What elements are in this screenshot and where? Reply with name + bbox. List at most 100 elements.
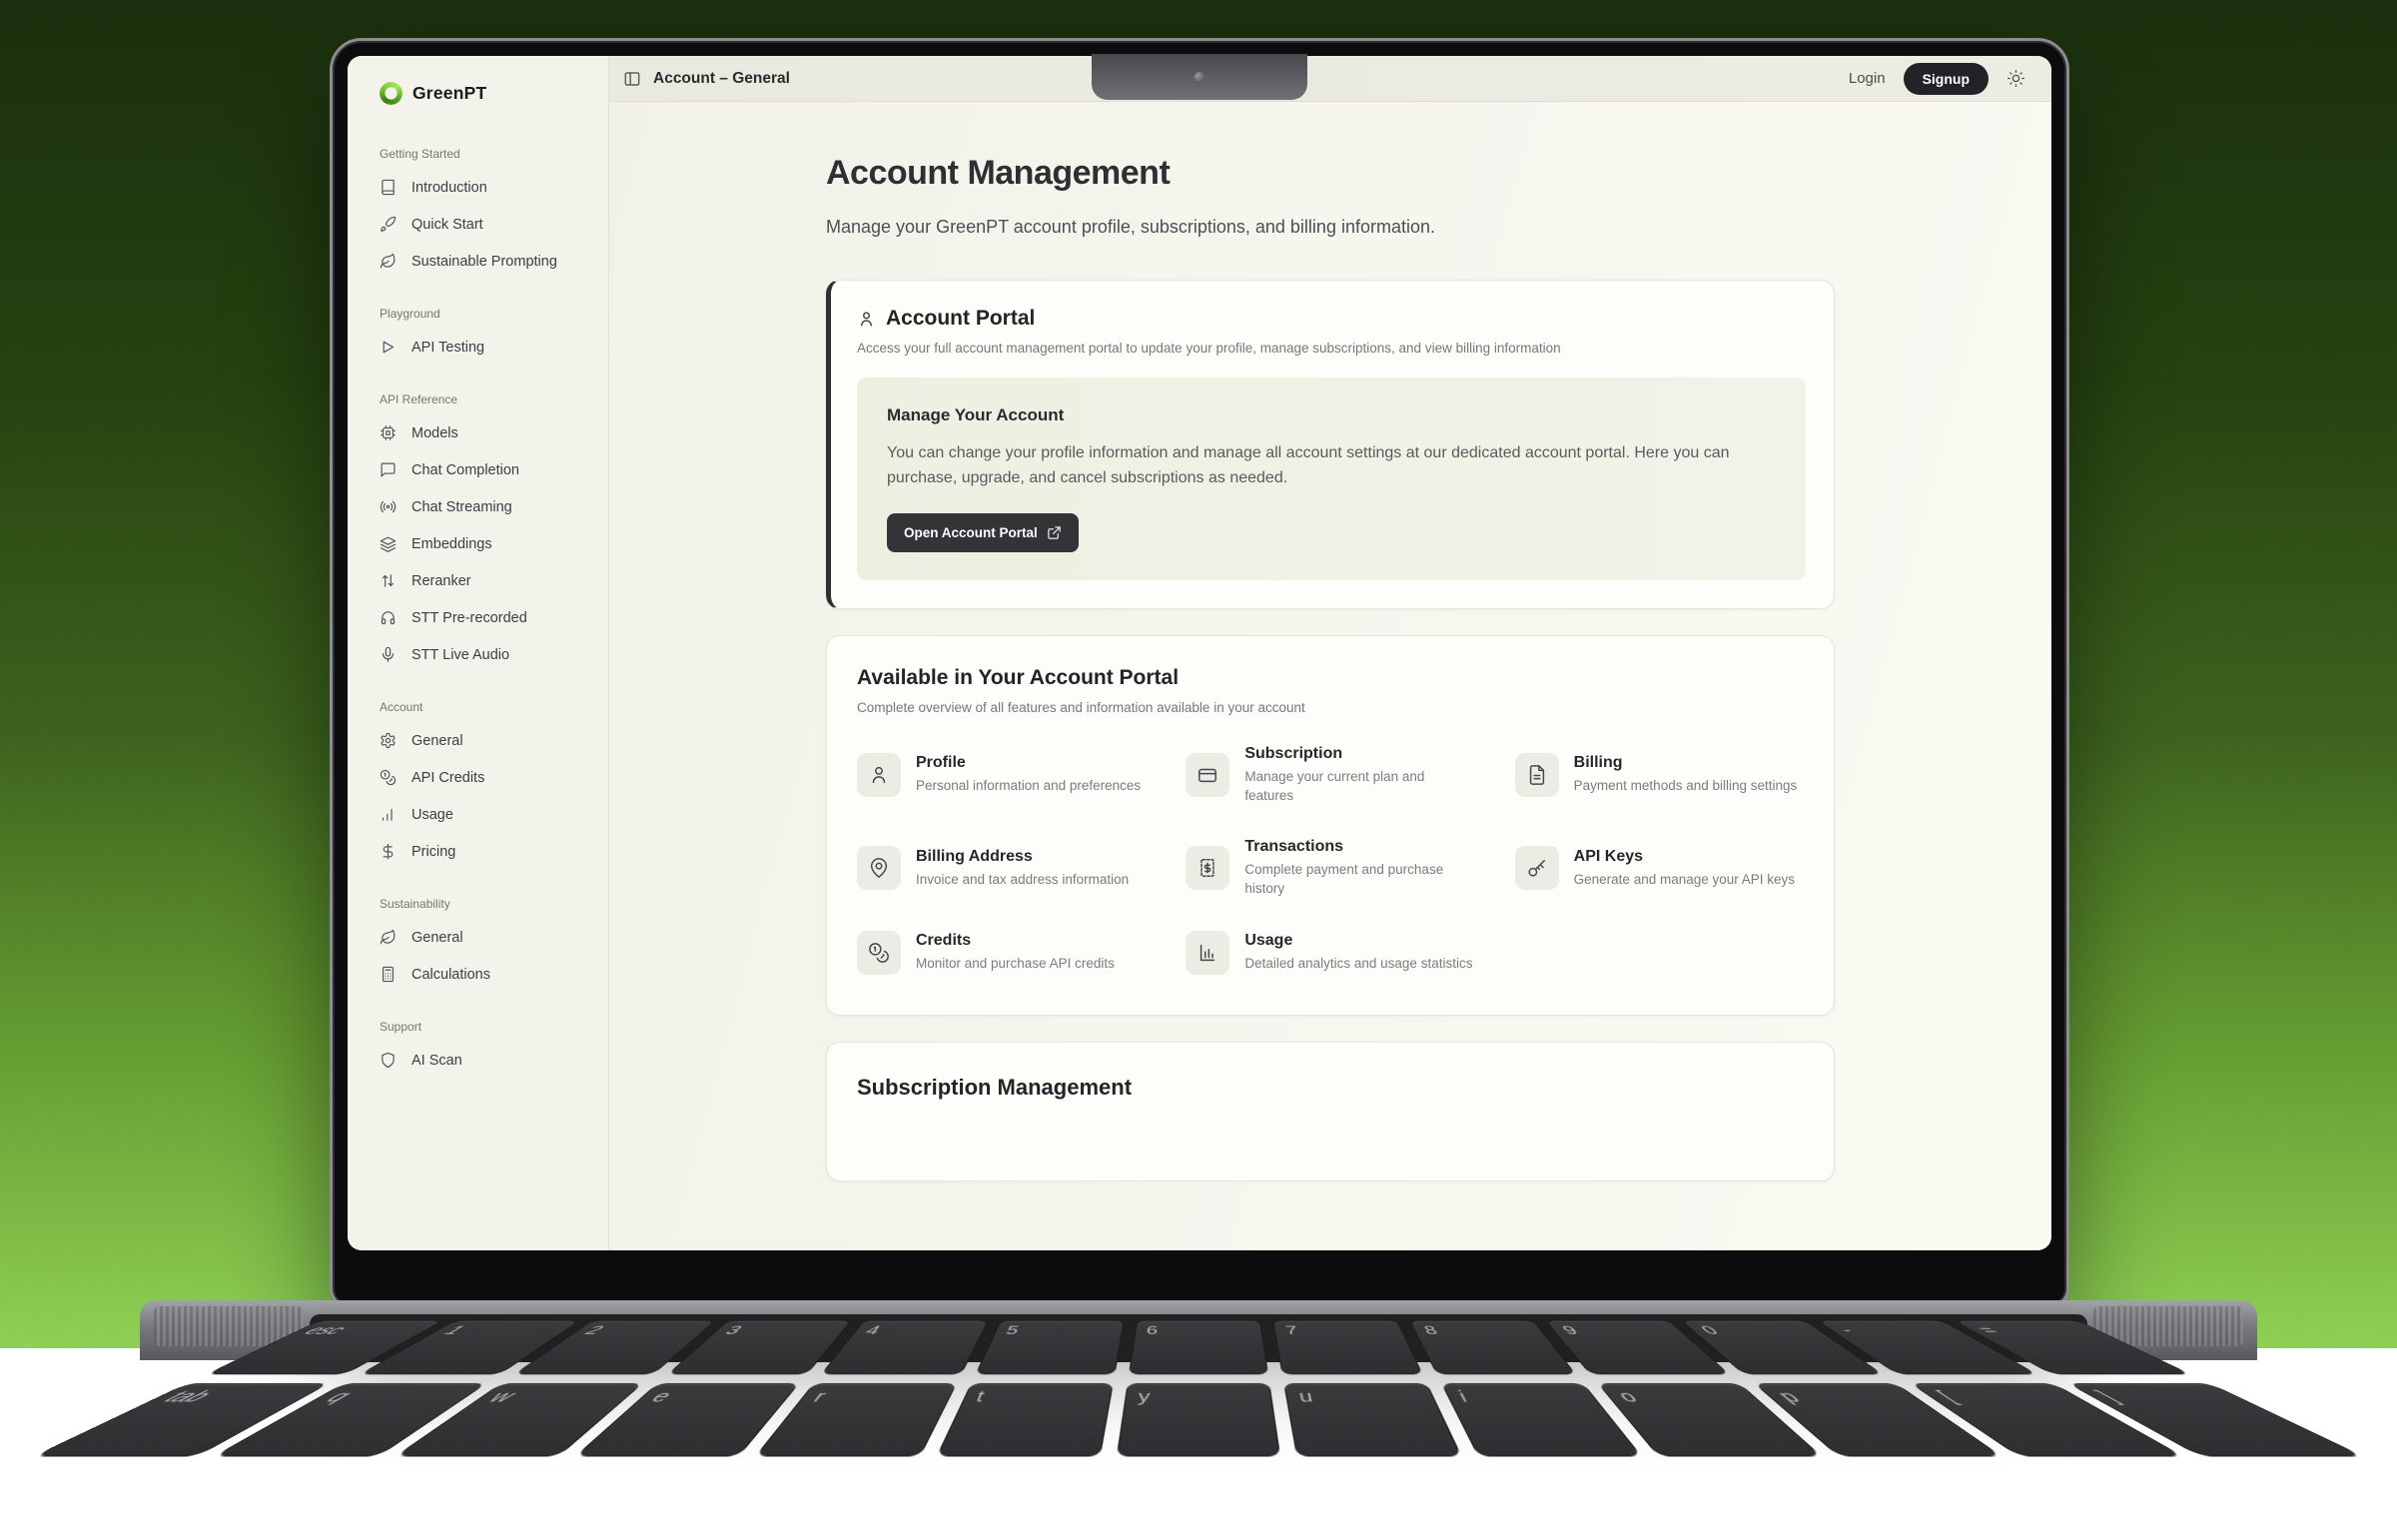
sidebar-item-introduction[interactable]: Introduction — [380, 169, 590, 206]
nav-section-label: Playground — [380, 307, 590, 321]
keyboard-key: 5 — [975, 1320, 1125, 1374]
main-area: Account – General Login Signup Account M… — [609, 56, 2051, 1250]
sun-theme-toggle-icon[interactable] — [2006, 69, 2025, 88]
webcam-icon — [1195, 72, 1205, 83]
credit-card-icon — [1186, 753, 1229, 797]
nav-section-sustainability: Sustainability General Calculations — [380, 897, 590, 993]
map-pin-icon — [857, 846, 901, 890]
nav-section-label: Sustainability — [380, 897, 590, 911]
shield-icon — [380, 1052, 397, 1069]
laptop-keyboard: esc1234567890-=tabqwertyuiop[] — [320, 1320, 2077, 1540]
subscription-management-card: Subscription Management — [826, 1042, 1835, 1181]
sidebar-toggle-icon[interactable] — [623, 70, 641, 88]
chat-bubble-icon — [380, 461, 397, 478]
sidebar-item-chat-completion[interactable]: Chat Completion — [380, 451, 590, 488]
keyboard-key: t — [936, 1383, 1114, 1456]
dollar-icon — [380, 843, 397, 860]
layers-icon — [380, 535, 397, 552]
keyboard-key: 7 — [1272, 1320, 1422, 1374]
leaf-icon — [380, 929, 397, 946]
sidebar-item-reranker[interactable]: Reranker — [380, 562, 590, 599]
receipt-icon — [1186, 846, 1229, 890]
feature-item-usage: Usage Detailed analytics and usage stati… — [1186, 931, 1474, 975]
calculator-icon — [380, 966, 397, 983]
nav-section-account: Account General API Credits Usage Pricin… — [380, 700, 590, 870]
topbar: Account – General Login Signup — [609, 56, 2051, 102]
feature-item-profile: Profile Personal information and prefere… — [857, 745, 1146, 806]
nav-section-label: Account — [380, 700, 590, 714]
portal-card-description: Access your full account management port… — [857, 341, 1806, 356]
microphone-icon — [380, 646, 397, 663]
laptop-screen: GreenPT Getting Started Introduction Qui… — [330, 38, 2069, 1308]
subscription-card-title: Subscription Management — [857, 1075, 1804, 1101]
file-text-icon — [1515, 753, 1559, 797]
keyboard-key: 6 — [1129, 1320, 1268, 1374]
sidebar-item-calculations[interactable]: Calculations — [380, 956, 590, 993]
nav-section-label: API Reference — [380, 392, 590, 406]
sidebar-item-embeddings[interactable]: Embeddings — [380, 525, 590, 562]
nav-section-support: Support AI Scan — [380, 1020, 590, 1079]
features-grid: Profile Personal information and prefere… — [857, 745, 1804, 975]
sidebar-item-usage[interactable]: Usage — [380, 796, 590, 833]
topbar-title: Account – General — [653, 70, 790, 88]
features-card-subtitle: Complete overview of all features and in… — [857, 700, 1804, 715]
feature-item-subscription: Subscription Manage your current plan an… — [1186, 745, 1474, 806]
manage-account-panel: Manage Your Account You can change your … — [857, 378, 1806, 580]
sidebar-item-pricing[interactable]: Pricing — [380, 833, 590, 870]
key-icon — [1515, 846, 1559, 890]
sidebar-item-api-testing[interactable]: API Testing — [380, 329, 590, 366]
feature-item-billing: Billing Payment methods and billing sett… — [1515, 745, 1804, 806]
nav-section-label: Getting Started — [380, 147, 590, 161]
sidebar-item-chat-streaming[interactable]: Chat Streaming — [380, 488, 590, 525]
nav-section-label: Support — [380, 1020, 590, 1034]
sidebar-item-sustainability-general[interactable]: General — [380, 919, 590, 956]
open-account-portal-button[interactable]: Open Account Portal — [887, 513, 1079, 552]
sidebar-item-quick-start[interactable]: Quick Start — [380, 206, 590, 243]
topbar-actions: Login Signup — [1849, 63, 2025, 95]
portal-card-title: Account Portal — [886, 307, 1035, 331]
page-subtitle: Manage your GreenPT account profile, sub… — [826, 217, 1835, 238]
user-icon — [857, 753, 901, 797]
leaf-icon — [380, 253, 397, 270]
brand[interactable]: GreenPT — [380, 82, 590, 105]
brand-name: GreenPT — [412, 83, 486, 104]
bar-chart-icon — [380, 806, 397, 823]
features-card: Available in Your Account Portal Complet… — [826, 635, 1835, 1016]
user-icon — [857, 310, 876, 329]
account-portal-card: Account Portal Access your full account … — [826, 280, 1835, 609]
feature-item-billing-address: Billing Address Invoice and tax address … — [857, 838, 1146, 899]
sidebar-item-stt-pre-recorded[interactable]: STT Pre-recorded — [380, 599, 590, 636]
nav-section-playground: Playground API Testing — [380, 307, 590, 366]
feature-item-transactions: Transactions Complete payment and purcha… — [1186, 838, 1474, 899]
page-content: Account Management Manage your GreenPT a… — [609, 102, 2051, 1250]
sidebar-item-stt-live-audio[interactable]: STT Live Audio — [380, 636, 590, 673]
sidebar-item-api-credits[interactable]: API Credits — [380, 759, 590, 796]
app-window: GreenPT Getting Started Introduction Qui… — [348, 56, 2051, 1250]
panel-body: You can change your profile information … — [887, 441, 1776, 491]
gear-icon — [380, 732, 397, 749]
keyboard-key: u — [1283, 1383, 1461, 1456]
sidebar: GreenPT Getting Started Introduction Qui… — [348, 56, 609, 1250]
broadcast-icon — [380, 498, 397, 515]
sidebar-item-account-general[interactable]: General — [380, 722, 590, 759]
sidebar-item-sustainable-prompting[interactable]: Sustainable Prompting — [380, 243, 590, 280]
book-icon — [380, 179, 397, 196]
panel-title: Manage Your Account — [887, 405, 1776, 425]
feature-item-api-keys: API Keys Generate and manage your API ke… — [1515, 838, 1804, 899]
login-link[interactable]: Login — [1849, 70, 1886, 87]
laptop-notch — [1092, 54, 1307, 100]
nav-section-api-reference: API Reference Models Chat Completion Cha… — [380, 392, 590, 673]
feature-item-credits: Credits Monitor and purchase API credits — [857, 931, 1146, 975]
coins-icon — [857, 931, 901, 975]
keyboard-key: 4 — [821, 1320, 989, 1374]
external-link-icon — [1047, 525, 1062, 540]
signup-button[interactable]: Signup — [1904, 63, 1989, 95]
sidebar-item-ai-scan[interactable]: AI Scan — [380, 1042, 590, 1079]
bar-chart-icon — [1186, 931, 1229, 975]
nav-section-getting-started: Getting Started Introduction Quick Start… — [380, 147, 590, 280]
page-title: Account Management — [826, 154, 1835, 193]
headphones-icon — [380, 609, 397, 626]
chip-icon — [380, 424, 397, 441]
keyboard-key: y — [1117, 1383, 1281, 1456]
sidebar-item-models[interactable]: Models — [380, 414, 590, 451]
